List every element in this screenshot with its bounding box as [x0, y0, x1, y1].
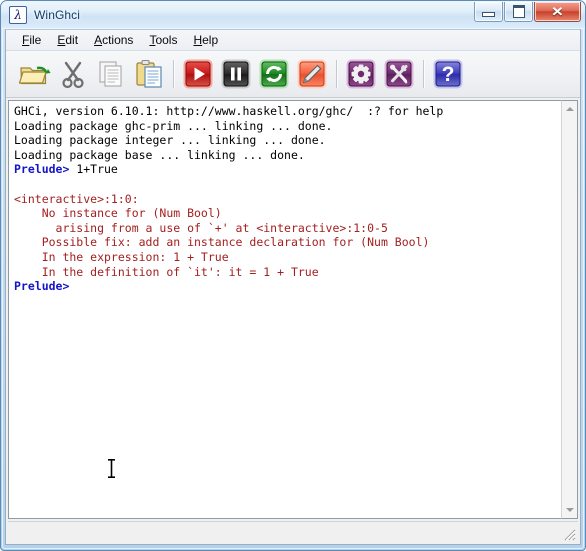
menu-item-help[interactable]: Help — [186, 31, 227, 49]
copy-button[interactable] — [92, 55, 130, 93]
lambda-icon: λ — [9, 6, 27, 24]
client-area: File Edit Actions Tools Help ? GHCi, ver… — [5, 29, 581, 545]
paste-button[interactable] — [130, 55, 168, 93]
vertical-scrollbar[interactable] — [561, 100, 578, 519]
lambda-glyph: λ — [14, 8, 22, 22]
console-line: No instance for (Num Bool) — [14, 206, 561, 221]
console-line: Prelude> 1+True — [14, 162, 561, 177]
pencil-icon — [297, 59, 327, 89]
copy-pages-icon — [99, 61, 122, 87]
reload-arrows-icon — [259, 59, 289, 89]
menu-bar: File Edit Actions Tools Help — [6, 30, 580, 51]
menu-item-file[interactable]: File — [15, 31, 50, 49]
console-error-text: Possible fix: add an instance declaratio… — [14, 235, 430, 250]
console-output[interactable]: GHCi, version 6.10.1: http://www.haskell… — [8, 100, 561, 519]
close-icon: ✕ — [551, 4, 564, 19]
console-line: Prelude> — [14, 279, 561, 294]
console-line: GHCi, version 6.10.1: http://www.haskell… — [14, 104, 444, 118]
gear-icon — [346, 59, 376, 89]
scroll-up-arrow[interactable] — [562, 101, 577, 117]
window-title: WinGhci — [34, 8, 81, 22]
triangle-up-icon — [565, 107, 574, 111]
pause-button[interactable] — [217, 55, 255, 93]
console-line: arising from a use of `+' at <interactiv… — [14, 221, 561, 236]
console-line: In the expression: 1 + True — [14, 250, 561, 265]
maximize-button[interactable] — [504, 2, 533, 22]
triangle-down-icon — [565, 508, 574, 512]
tools-button[interactable] — [380, 55, 418, 93]
minimize-icon — [482, 11, 495, 17]
maximize-icon — [512, 5, 525, 18]
console-error-text: In the definition of `it': it = 1 + True — [14, 264, 319, 279]
menu-item-edit[interactable]: Edit — [50, 31, 87, 49]
console-error-text: In the expression: 1 + True — [14, 249, 229, 264]
console-line: <interactive>:1:0: — [14, 192, 561, 207]
toolbar: ? — [6, 51, 580, 98]
open-file-button[interactable] — [16, 55, 54, 93]
console-error-text: <interactive>:1:0: — [14, 191, 139, 206]
close-button[interactable]: ✕ — [534, 2, 581, 22]
console-error-text: No instance for (Num Bool) — [14, 206, 222, 221]
console-line: Loading package ghc-prim ... linking ...… — [14, 118, 333, 133]
settings-button[interactable] — [342, 55, 380, 93]
open-folder-icon — [19, 66, 51, 85]
scroll-down-arrow[interactable] — [562, 502, 577, 518]
toolbar-separator-2 — [336, 60, 337, 88]
menu-item-actions[interactable]: Actions — [87, 31, 142, 49]
console-line: Loading package integer ... linking ... … — [14, 133, 326, 148]
play-triangle-icon — [183, 59, 213, 89]
console-line: Loading package base ... linking ... don… — [14, 147, 305, 162]
console-prompt: Prelude> — [14, 162, 70, 177]
pause-bars-icon — [221, 59, 251, 89]
run-button[interactable] — [179, 55, 217, 93]
tools-cross-icon — [384, 59, 414, 89]
minimize-button[interactable] — [474, 2, 503, 22]
console-error-text: arising from a use of `+' at <interactiv… — [14, 220, 388, 235]
scissors-icon — [62, 61, 84, 89]
clipboard-icon — [136, 59, 162, 88]
toolbar-separator-1 — [173, 60, 174, 88]
console-prompt: Prelude> — [14, 279, 70, 294]
console-container: GHCi, version 6.10.1: http://www.haskell… — [6, 98, 580, 519]
title-bar[interactable]: λ WinGhci ✕ — [1, 1, 585, 29]
console-command: 1+True — [69, 162, 118, 177]
status-bar — [8, 521, 578, 542]
console-line: Possible fix: add an instance declaratio… — [14, 235, 561, 250]
edit-button[interactable] — [293, 55, 331, 93]
menu-item-tools[interactable]: Tools — [142, 31, 186, 49]
console-text: GHCi, version 6.10.1: http://www.haskell… — [14, 104, 561, 294]
reload-button[interactable] — [255, 55, 293, 93]
console-line: In the definition of `it': it = 1 + True — [14, 265, 561, 280]
question-mark-icon: ? — [433, 59, 463, 89]
help-button[interactable]: ? — [429, 55, 467, 93]
winghci-window: λ WinGhci ✕ File Edit Actions Tools Help — [0, 0, 586, 551]
resize-grip[interactable] — [563, 528, 576, 541]
cut-button[interactable] — [54, 55, 92, 93]
svg-text:?: ? — [442, 63, 455, 86]
toolbar-separator-3 — [423, 60, 424, 88]
window-controls: ✕ — [473, 2, 581, 22]
